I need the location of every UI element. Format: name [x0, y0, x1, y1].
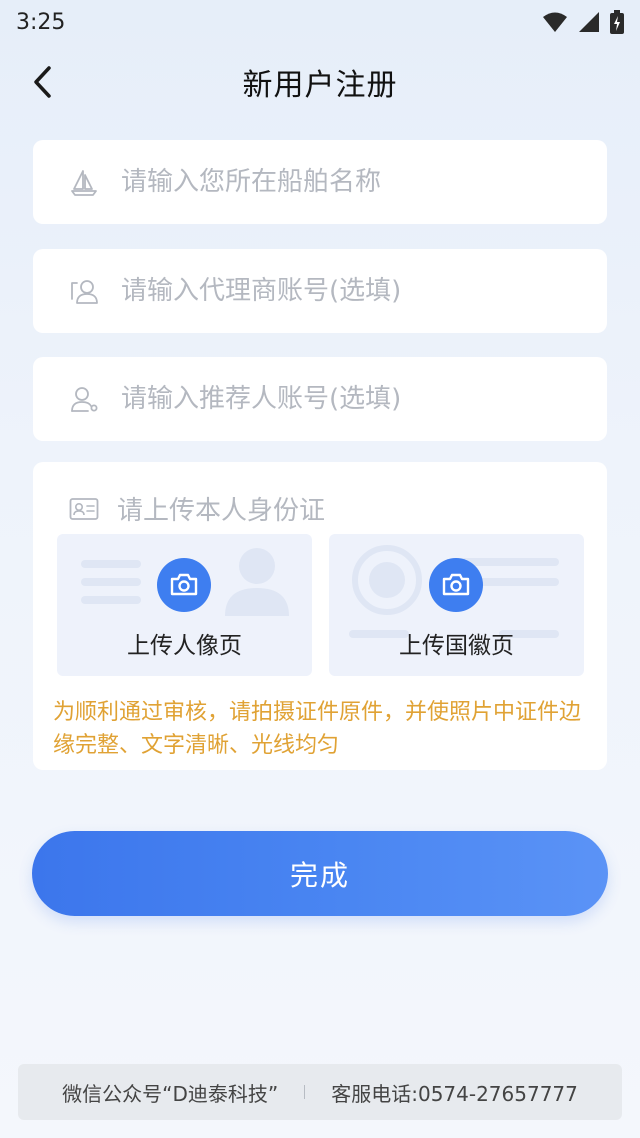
emblem-camera-button[interactable] — [429, 558, 483, 612]
ship-name-input[interactable] — [121, 167, 561, 197]
battery-icon — [610, 10, 624, 34]
submit-button[interactable]: 完成 — [32, 831, 608, 916]
upload-emblem-label: 上传国徽页 — [399, 633, 514, 659]
status-icons — [542, 10, 624, 34]
status-bar: 3:25 — [0, 0, 640, 44]
upload-portrait-button[interactable]: 上传人像页 — [57, 534, 312, 676]
referrer-icon — [69, 384, 99, 414]
footer-service-phone[interactable]: 客服电话:0574-27657777 — [331, 1078, 578, 1107]
ship-name-field[interactable] — [33, 140, 607, 224]
nav-bar: 新用户注册 — [0, 52, 640, 112]
footer: 微信公众号“D迪泰科技” 客服电话:0574-27657777 — [18, 1064, 622, 1120]
footer-divider — [304, 1085, 306, 1099]
referrer-account-field[interactable] — [33, 357, 607, 441]
agent-account-field[interactable] — [33, 249, 607, 333]
portrait-camera-button[interactable] — [157, 558, 211, 612]
referrer-account-input[interactable] — [121, 384, 561, 414]
back-icon — [34, 66, 51, 98]
id-upload-card: 请上传本人身份证 上传人像页 上传国徽页 为顺利通过审核，请拍摄证件原件，并使照… — [33, 462, 607, 770]
boat-icon — [69, 167, 99, 197]
wifi-icon — [543, 12, 567, 32]
footer-wechat: 微信公众号“D迪泰科技” — [62, 1081, 279, 1106]
upload-portrait-label: 上传人像页 — [127, 633, 242, 659]
upload-emblem-button[interactable]: 上传国徽页 — [329, 534, 584, 676]
id-upload-title: 请上传本人身份证 — [117, 496, 326, 526]
id-upload-notice: 为顺利通过审核，请拍摄证件原件，并使照片中证件边缘完整、文字清晰、光线均匀 — [53, 700, 582, 758]
agent-account-input[interactable] — [121, 276, 561, 306]
back-button[interactable] — [22, 62, 62, 102]
agent-icon — [69, 276, 99, 306]
status-time: 3:25 — [16, 9, 66, 35]
camera-icon — [170, 573, 198, 596]
page-title: 新用户注册 — [242, 68, 398, 103]
id-upload-header: 请上传本人身份证 — [69, 490, 325, 527]
signal-icon — [579, 12, 599, 32]
camera-icon — [442, 573, 470, 596]
id-card-icon — [69, 497, 99, 520]
